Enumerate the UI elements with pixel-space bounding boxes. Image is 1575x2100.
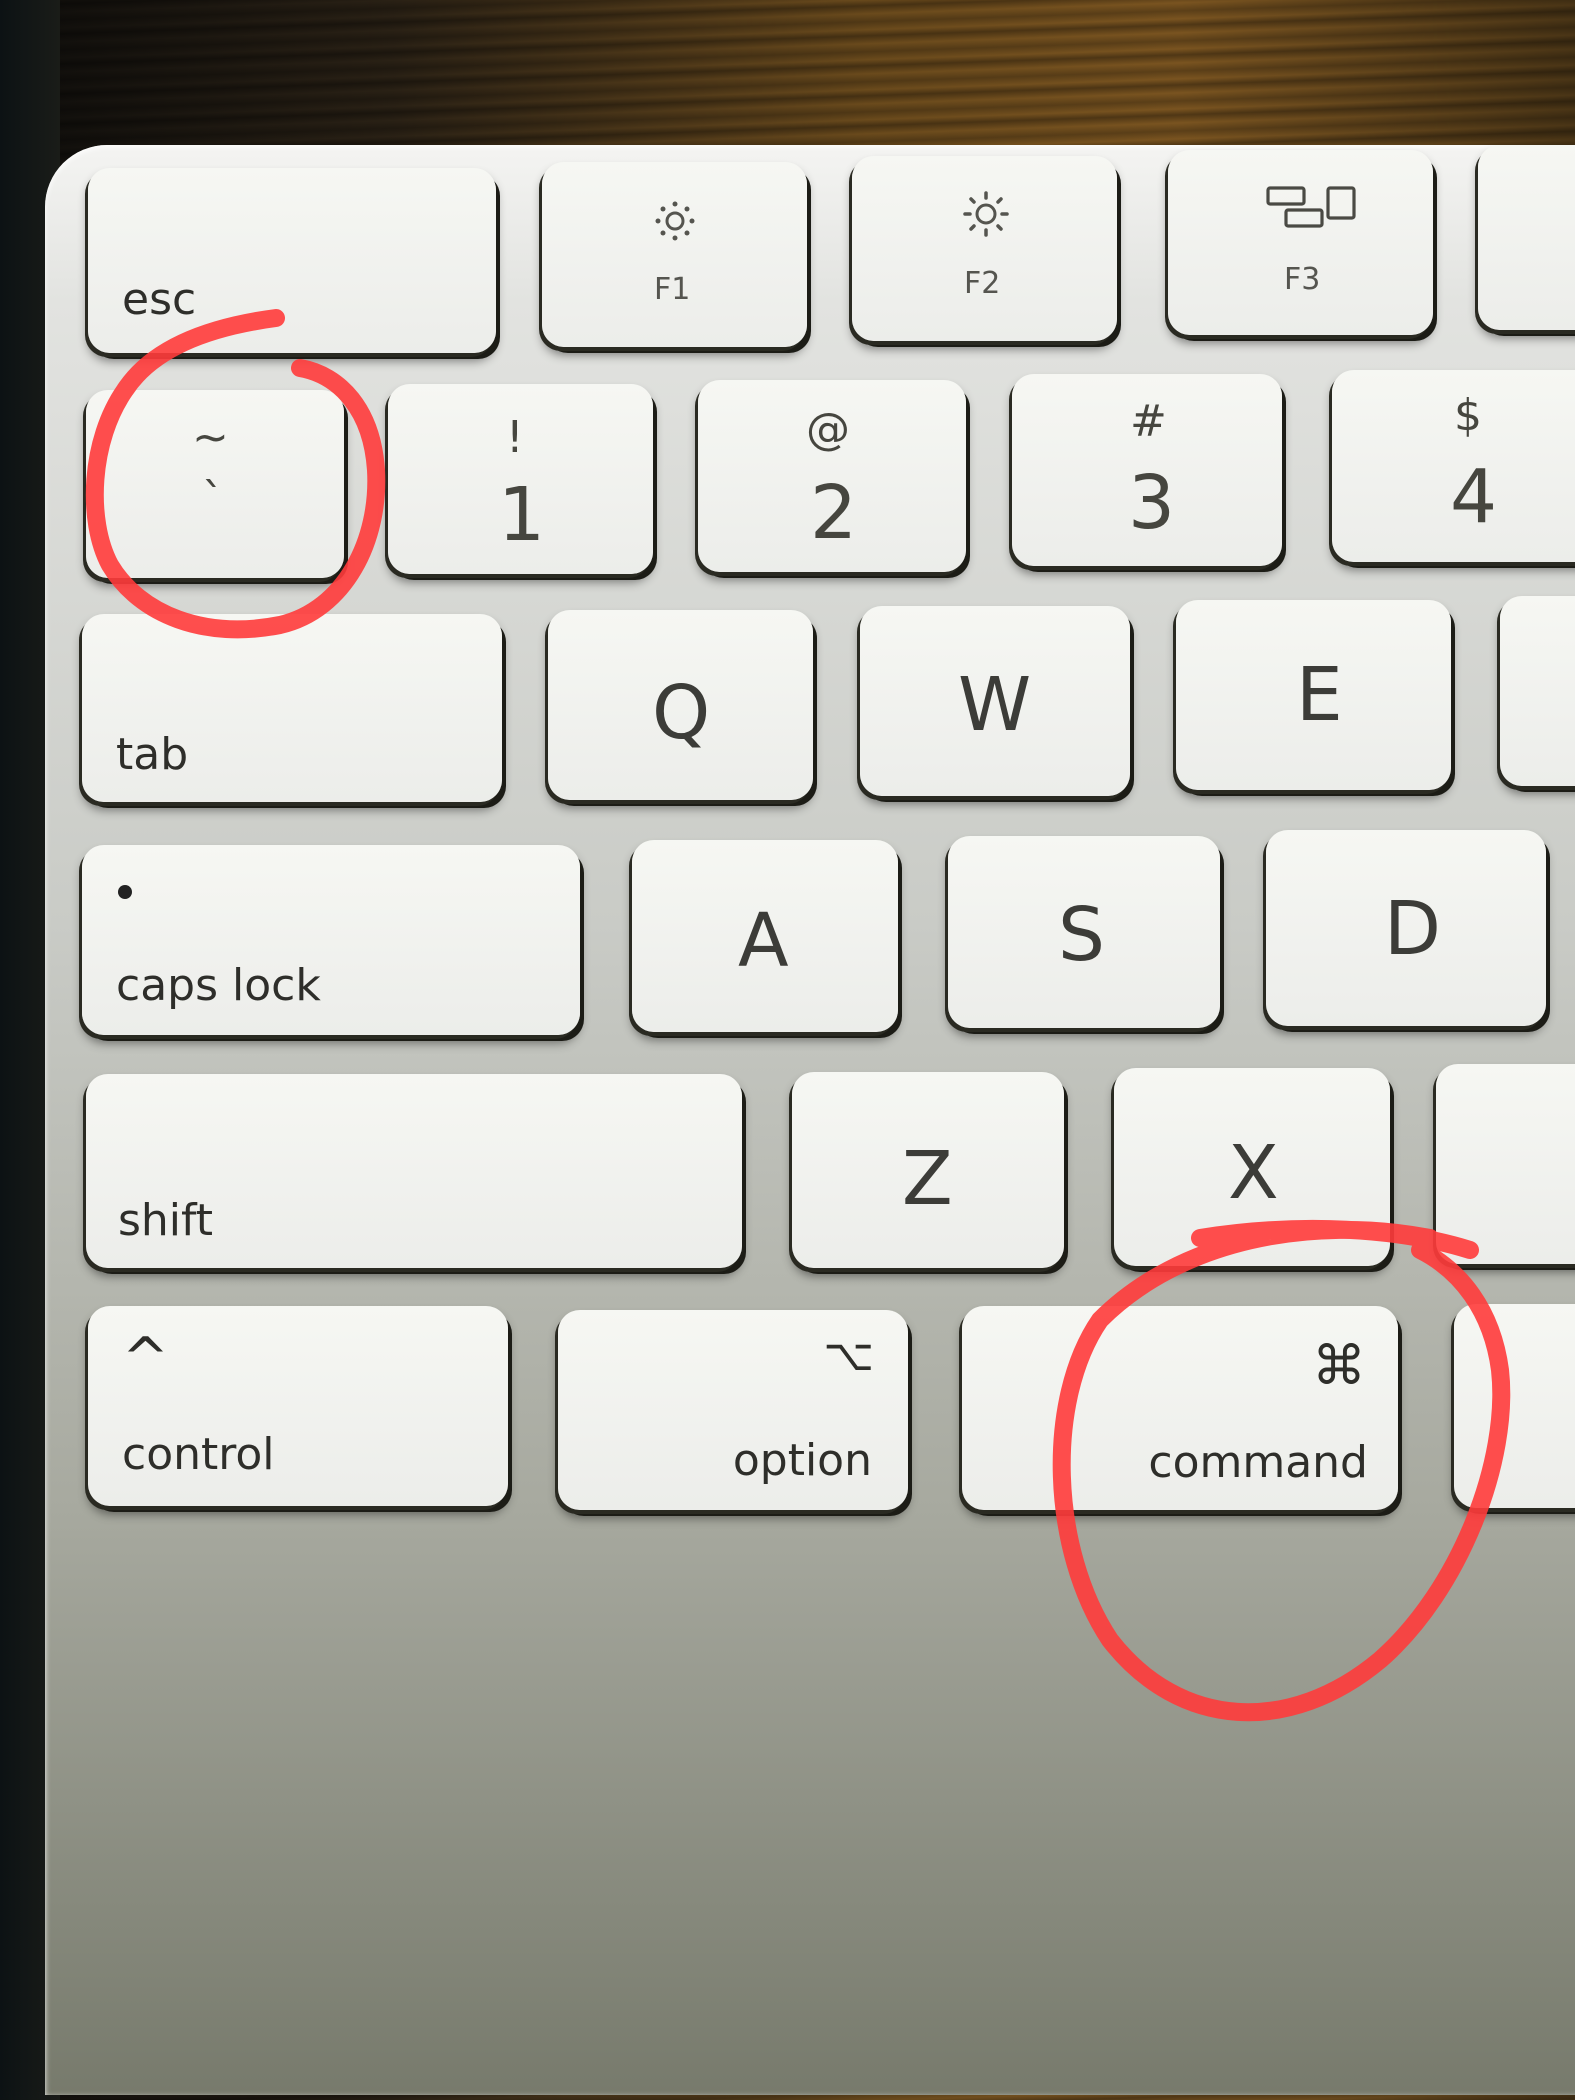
key-shift[interactable]: shift <box>86 1074 742 1268</box>
key-2[interactable]: @ 2 <box>698 380 966 572</box>
key-caps-lock-label: caps lock <box>116 960 321 1011</box>
key-2-base-label: 2 <box>810 470 858 556</box>
key-control[interactable]: ^ control <box>88 1306 508 1506</box>
key-w[interactable]: W <box>860 606 1130 796</box>
key-a-label: A <box>738 898 789 984</box>
key-d[interactable]: D <box>1266 830 1546 1026</box>
key-backtick-tilde[interactable]: ~ ` <box>86 390 344 578</box>
key-q-label: Q <box>652 670 711 756</box>
key-s-label: S <box>1058 892 1105 978</box>
key-w-label: W <box>958 662 1032 748</box>
key-f2-label: F2 <box>964 266 1001 301</box>
key-4-shift-label: $ <box>1454 390 1482 441</box>
key-f3[interactable]: F3 <box>1168 150 1433 335</box>
key-r-partial[interactable] <box>1500 596 1575 786</box>
key-caps-lock[interactable]: caps lock <box>82 845 580 1035</box>
mission-control-icon <box>1266 186 1356 228</box>
key-3[interactable]: # 3 <box>1012 374 1282 566</box>
key-4[interactable]: $ 4 <box>1332 370 1575 562</box>
key-q[interactable]: Q <box>548 610 813 800</box>
key-f1-label: F1 <box>654 272 691 307</box>
key-tab-label: tab <box>116 729 189 780</box>
key-command-label: command <box>1148 1437 1368 1488</box>
key-esc-label: esc <box>122 274 197 325</box>
key-1[interactable]: ! 1 <box>388 384 653 574</box>
key-option-label: option <box>732 1435 872 1486</box>
control-symbol-icon: ^ <box>122 1326 169 1391</box>
key-f1[interactable]: F1 <box>542 162 807 347</box>
key-esc[interactable]: esc <box>88 168 496 353</box>
key-d-label: D <box>1384 886 1441 972</box>
key-4-base-label: 4 <box>1450 454 1498 540</box>
key-c-partial[interactable] <box>1436 1064 1575 1264</box>
key-tilde-shift-label: ~ <box>192 412 229 463</box>
brightness-down-icon <box>655 201 695 241</box>
key-3-base-label: 3 <box>1128 460 1176 546</box>
key-tilde-base-label: ` <box>202 474 224 525</box>
key-x-label: X <box>1228 1130 1279 1216</box>
key-f3-label: F3 <box>1284 262 1321 297</box>
key-space-partial[interactable] <box>1454 1304 1575 1508</box>
key-1-shift-label: ! <box>506 412 524 463</box>
key-control-label: control <box>122 1429 275 1480</box>
caps-lock-indicator-icon <box>118 885 132 899</box>
key-x[interactable]: X <box>1114 1068 1390 1266</box>
key-3-shift-label: # <box>1130 396 1167 447</box>
key-s[interactable]: S <box>948 836 1220 1028</box>
key-f4-partial[interactable] <box>1478 145 1575 330</box>
brightness-up-icon <box>963 191 1009 237</box>
key-z[interactable]: Z <box>792 1072 1064 1268</box>
key-tab[interactable]: tab <box>82 614 502 802</box>
key-2-shift-label: @ <box>806 404 850 455</box>
key-1-base-label: 1 <box>498 472 546 558</box>
key-option[interactable]: ⌥ option <box>558 1310 908 1510</box>
key-e[interactable]: E <box>1176 600 1451 790</box>
key-shift-label: shift <box>118 1195 214 1246</box>
option-symbol-icon: ⌥ <box>823 1330 874 1381</box>
key-e-label: E <box>1296 652 1343 738</box>
key-command[interactable]: ⌘ command <box>962 1306 1398 1510</box>
command-symbol-icon: ⌘ <box>1312 1334 1366 1397</box>
key-a[interactable]: A <box>632 840 898 1032</box>
key-z-label: Z <box>902 1136 953 1222</box>
key-f2[interactable]: F2 <box>852 156 1117 341</box>
